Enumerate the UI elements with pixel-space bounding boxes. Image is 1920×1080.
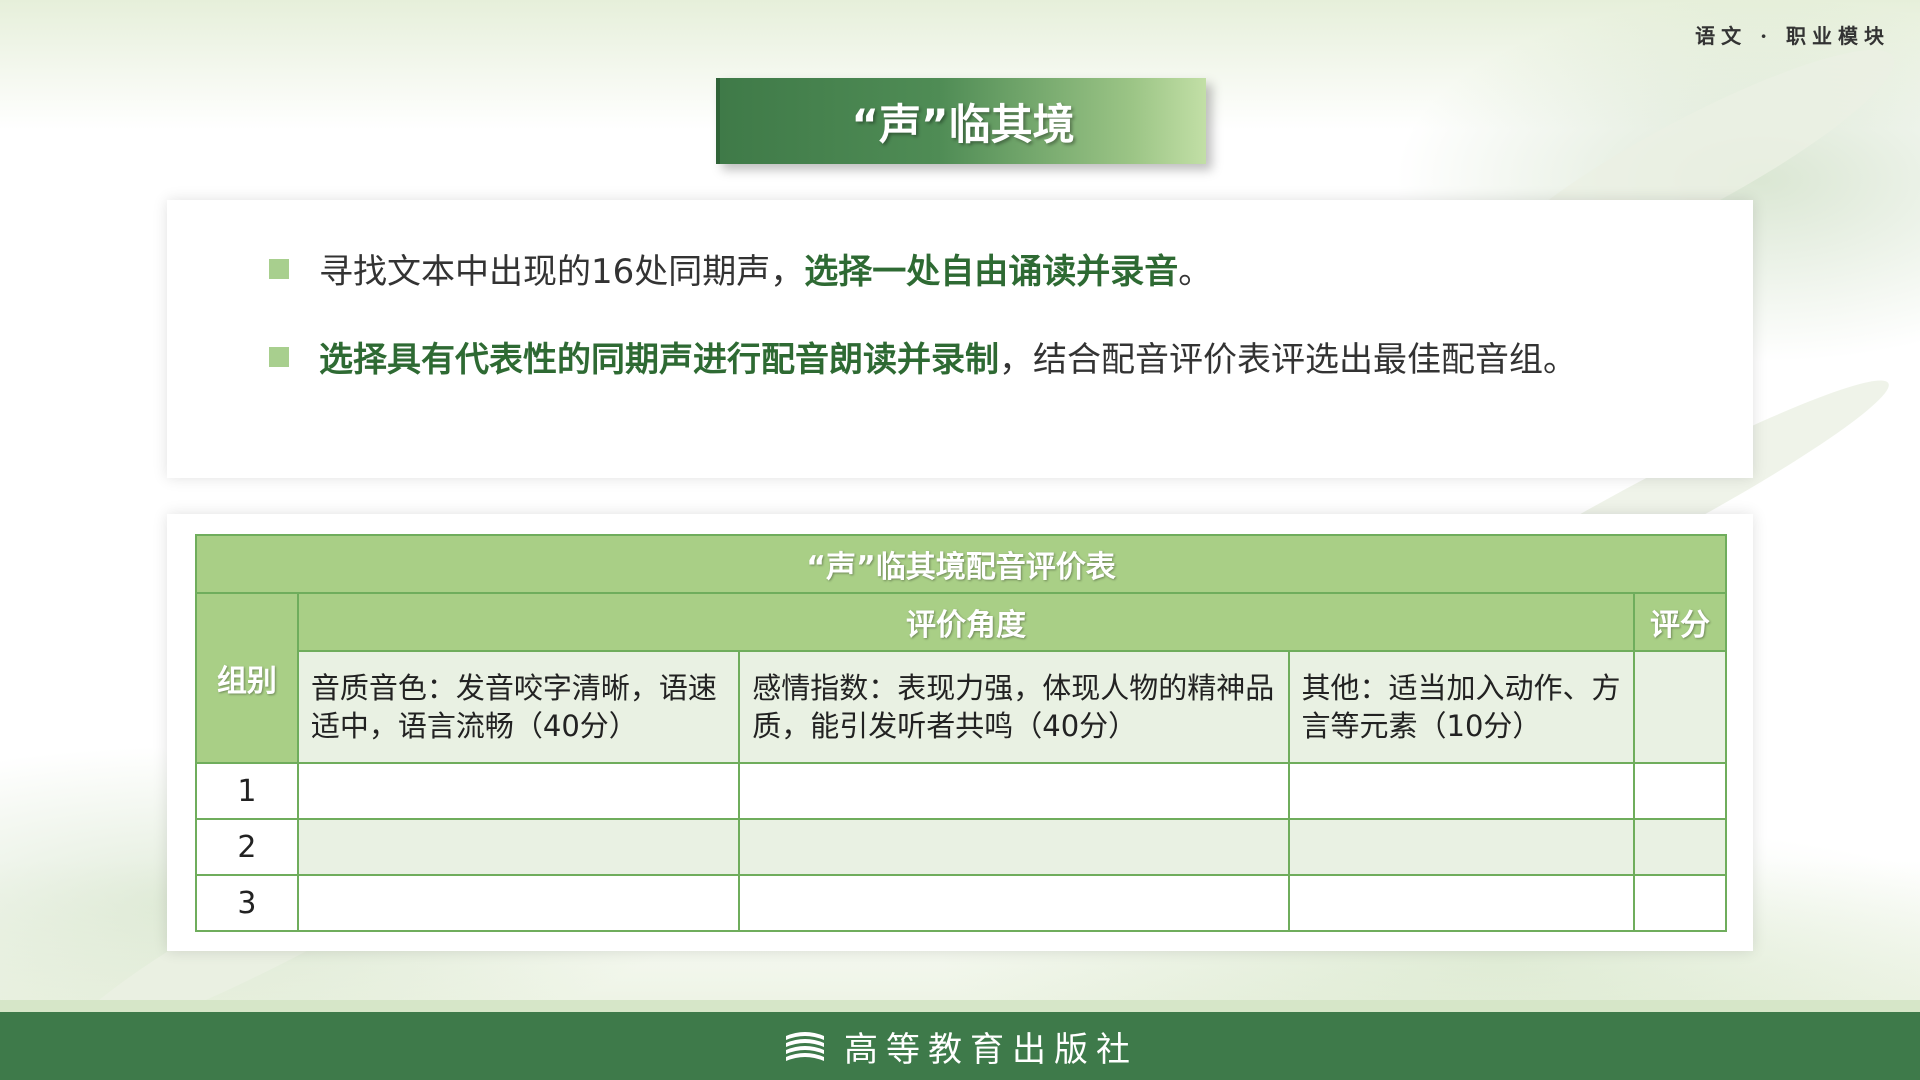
total-score-cell[interactable] (1633, 762, 1727, 820)
bullet-text-highlight: 选择一处自由诵读并录音 (804, 252, 1179, 292)
bullet-text-normal: ，结合配音评价表评选出最佳配音组。 (999, 340, 1577, 380)
bullet-square-icon (269, 258, 289, 279)
publisher-logo-icon (786, 1032, 824, 1061)
bullet-text-normal: 。 (1178, 252, 1213, 292)
table-row: 2 (195, 818, 1727, 876)
score-input-cell[interactable] (1287, 818, 1636, 876)
bullet-text: 选择具有代表性的同期声进行配音朗读并录制，结合配音评价表评选出最佳配音组。 (319, 332, 1577, 381)
group-number: 1 (195, 762, 299, 820)
score-input-cell[interactable] (738, 874, 1290, 932)
bullet-square-icon (269, 346, 289, 367)
evaluation-card: “声”临其境配音评价表 组别 评价角度 评分 音质音色：发音咬字清晰，语速适中，… (167, 514, 1753, 951)
table-row: 1 (195, 762, 1727, 820)
angle-header: 评价角度 (296, 592, 1636, 652)
score-input-cell[interactable] (738, 762, 1290, 820)
instructions-card: 寻找文本中出现的16处同期声，选择一处自由诵读并录音。 选择具有代表性的同期声进… (167, 200, 1753, 478)
score-input-cell[interactable] (296, 762, 741, 820)
bullet-item-1: 寻找文本中出现的16处同期声，选择一处自由诵读并录音。 (269, 244, 1212, 293)
score-input-cell[interactable] (1287, 874, 1636, 932)
publisher-name: 高等教育出版社 (844, 1029, 1138, 1070)
bullet-text: 寻找文本中出现的16处同期声，选择一处自由诵读并录音。 (319, 244, 1212, 293)
footer-divider (0, 1000, 1920, 1012)
bullet-text-highlight: 选择具有代表性的同期声进行配音朗读并录制 (319, 340, 999, 380)
bullet-text-normal: 寻找文本中出现的16处同期声， (319, 252, 805, 292)
table-title: “声”临其境配音评价表 (195, 534, 1727, 594)
table-row: 3 (195, 874, 1727, 932)
total-score-cell[interactable] (1633, 818, 1727, 876)
total-score-cell[interactable] (1633, 874, 1727, 932)
group-header: 组别 (195, 592, 299, 764)
evaluation-table: “声”临其境配音评价表 组别 评价角度 评分 音质音色：发音咬字清晰，语速适中，… (195, 534, 1727, 932)
criterion-other: 其他：适当加入动作、方言等元素（10分） (1287, 650, 1636, 764)
criterion-emotion: 感情指数：表现力强，体现人物的精神品质，能引发听者共鸣（40分） (738, 650, 1290, 764)
score-cell-header-blank (1633, 650, 1727, 764)
group-number: 3 (195, 874, 299, 932)
page-title: “声”临其境 (851, 99, 1075, 149)
module-tag: 语文 · 职业模块 (1695, 24, 1890, 48)
score-input-cell[interactable] (296, 874, 741, 932)
score-input-cell[interactable] (738, 818, 1290, 876)
score-header: 评分 (1633, 592, 1727, 652)
group-number: 2 (195, 818, 299, 876)
criterion-voice-quality: 音质音色：发音咬字清晰，语速适中，语言流畅（40分） (296, 650, 741, 764)
score-input-cell[interactable] (296, 818, 741, 876)
footer-bar: 高等教育出版社 (0, 1012, 1920, 1080)
bullet-item-2: 选择具有代表性的同期声进行配音朗读并录制，结合配音评价表评选出最佳配音组。 (269, 332, 1577, 381)
title-banner: “声”临其境 (716, 78, 1206, 164)
score-input-cell[interactable] (1287, 762, 1636, 820)
